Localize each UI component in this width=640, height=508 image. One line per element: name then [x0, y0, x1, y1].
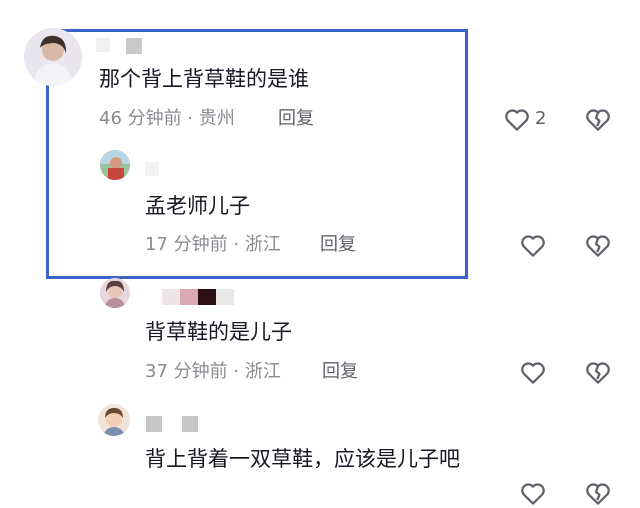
comment-time: 46 分钟前	[99, 108, 182, 129]
like-count: 2	[535, 108, 547, 129]
username-redacted[interactable]	[146, 416, 202, 432]
comment-meta: 46 分钟前 · 贵州	[99, 107, 235, 131]
comment-text: 那个背上背草鞋的是谁	[99, 67, 309, 91]
reply-button[interactable]: 回复	[278, 107, 314, 131]
heart-outline-icon[interactable]	[518, 230, 548, 260]
username-redacted[interactable]	[96, 38, 144, 54]
meta-separator: ·	[233, 361, 240, 382]
broken-heart-icon[interactable]	[583, 478, 613, 508]
broken-heart-icon[interactable]	[583, 104, 613, 134]
avatar[interactable]	[24, 28, 82, 86]
comment-location: 浙江	[244, 361, 281, 382]
comment-time: 37 分钟前	[145, 361, 228, 382]
comment-location: 贵州	[198, 108, 235, 129]
meta-separator: ·	[187, 108, 194, 129]
avatar[interactable]	[100, 150, 130, 180]
comment-text: 背草鞋的是儿子	[145, 320, 292, 344]
comment-text: 背上背着一双草鞋，应该是儿子吧	[145, 447, 460, 471]
comment-meta: 17 分钟前 · 浙江	[145, 233, 281, 257]
avatar[interactable]	[98, 404, 130, 436]
comment-text: 孟老师儿子	[145, 194, 250, 218]
reply-button[interactable]: 回复	[322, 360, 358, 384]
comment-location: 浙江	[244, 234, 281, 255]
username-redacted[interactable]	[162, 289, 236, 305]
avatar[interactable]	[100, 278, 130, 308]
comment-meta: 37 分钟前 · 浙江	[145, 360, 281, 384]
heart-outline-icon[interactable]	[518, 357, 548, 387]
username-redacted[interactable]	[145, 162, 163, 178]
reply-button[interactable]: 回复	[320, 233, 356, 257]
meta-separator: ·	[233, 234, 240, 255]
broken-heart-icon[interactable]	[583, 357, 613, 387]
comment-time: 17 分钟前	[145, 234, 228, 255]
heart-outline-icon[interactable]	[518, 478, 548, 508]
heart-outline-icon[interactable]	[502, 104, 532, 134]
broken-heart-icon[interactable]	[583, 230, 613, 260]
